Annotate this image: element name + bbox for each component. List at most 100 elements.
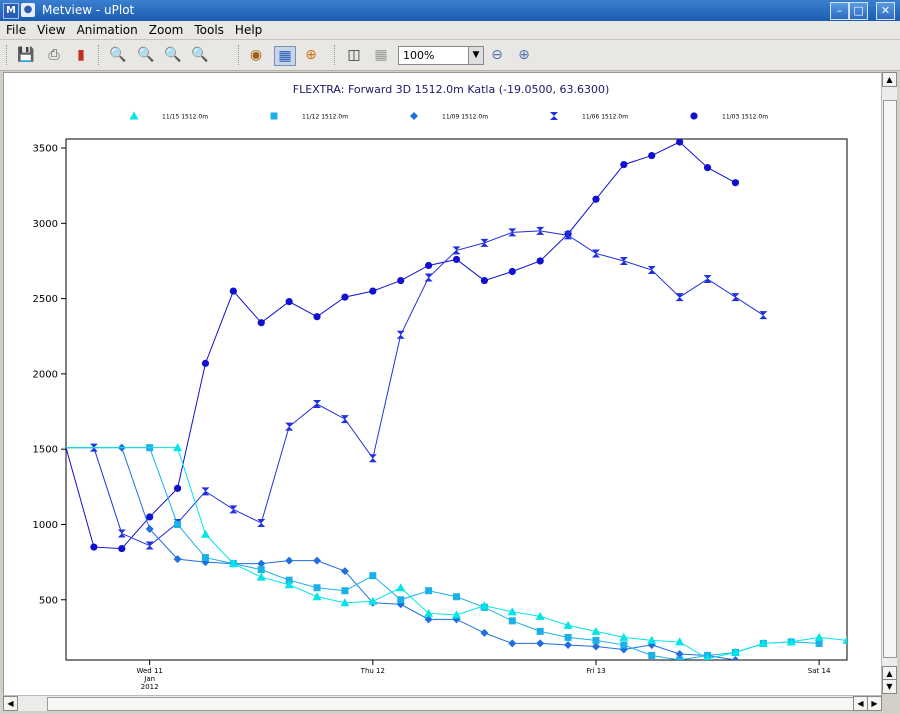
data-point xyxy=(285,298,293,306)
data-point xyxy=(508,639,517,648)
y-axis: 500 1000 1500 2000 2500 3000 3500 xyxy=(33,144,66,606)
zoom-forward-icon[interactable]: 🔍 xyxy=(163,46,183,64)
scroll-left-end-icon[interactable]: ◀ xyxy=(853,696,868,711)
series-layer xyxy=(66,139,847,660)
menu-bar: File View Animation Zoom Tools Help xyxy=(0,21,900,40)
scroll-left-icon[interactable]: ◀ xyxy=(3,696,18,711)
x-tick-label: Sat 14 xyxy=(808,667,831,675)
toolbar-separator xyxy=(238,45,242,65)
zoom-in-icon[interactable]: ⊕ xyxy=(514,46,534,64)
y-tick-label: 2500 xyxy=(33,294,58,305)
series-group xyxy=(66,443,740,660)
data-point xyxy=(536,257,544,265)
data-point xyxy=(619,256,628,265)
vertical-scrollbar[interactable]: ▲ ▲ ▼ xyxy=(881,72,897,694)
series-group xyxy=(66,443,847,660)
maximize-icon[interactable]: □ xyxy=(849,2,868,20)
data-point xyxy=(256,572,266,581)
export-icon[interactable]: ▮ xyxy=(71,46,91,64)
data-point xyxy=(536,627,544,635)
series-group xyxy=(66,444,823,660)
data-point xyxy=(368,596,378,605)
data-point xyxy=(564,633,572,641)
sidebar-toggle-icon[interactable]: ◫ xyxy=(344,46,364,64)
data-point xyxy=(731,179,740,187)
horizontal-scroll-thumb[interactable] xyxy=(47,697,861,711)
x-tick-label: Fri 13 xyxy=(586,667,605,675)
series-group xyxy=(66,139,740,553)
data-point xyxy=(397,276,405,285)
data-point xyxy=(396,330,405,339)
zoom-icon[interactable]: 🔍 xyxy=(108,46,128,64)
data-point xyxy=(313,556,322,565)
zoom-out-icon[interactable]: ⊖ xyxy=(487,46,507,64)
app-icon: M xyxy=(3,3,19,19)
legend: 11/15 1512.0m 11/12 1512.0m 11/09 1512.0m 1… xyxy=(129,111,768,121)
series-line xyxy=(66,230,764,547)
zoom-stack-icon[interactable]: 🔍 xyxy=(190,46,210,64)
data-point xyxy=(425,261,433,270)
scroll-down-icon[interactable]: ▼ xyxy=(882,679,897,694)
series-line xyxy=(66,447,820,660)
menu-view[interactable]: View xyxy=(31,21,70,37)
chevron-down-icon[interactable]: ▼ xyxy=(468,47,483,64)
data-point xyxy=(145,541,154,550)
scroll-right-icon[interactable]: ▶ xyxy=(867,696,882,711)
y-tick-label: 1000 xyxy=(33,520,58,531)
data-point xyxy=(703,164,712,172)
data-point xyxy=(703,275,712,284)
legend-marker xyxy=(410,112,418,120)
data-point xyxy=(675,293,684,302)
cursor-data-icon[interactable]: ▦ xyxy=(274,46,296,66)
data-point xyxy=(341,587,349,595)
save-icon[interactable]: 💾 xyxy=(16,46,36,64)
zoom-back-icon[interactable]: 🔍 xyxy=(136,46,156,64)
data-point xyxy=(313,400,322,409)
close-icon[interactable]: ✕ xyxy=(876,2,895,20)
legend-item: 11/15 1512.0m xyxy=(129,111,208,121)
crosshair-icon[interactable]: ⊕ xyxy=(301,46,321,64)
data-point xyxy=(592,195,600,203)
data-point xyxy=(201,554,209,562)
data-point xyxy=(200,529,210,538)
chart-title: FLEXTRA: Forward 3D 1512.0m Katla (-19.0… xyxy=(293,83,610,96)
plot-canvas[interactable]: FLEXTRA: Forward 3D 1512.0m Katla (-19.0… xyxy=(3,72,882,696)
data-point xyxy=(173,484,182,492)
menu-help[interactable]: Help xyxy=(229,21,267,37)
data-point xyxy=(620,641,628,649)
legend-item: 11/09 1512.0m xyxy=(410,112,488,121)
data-point xyxy=(369,572,377,580)
window-title: Metview - uPlot xyxy=(42,3,135,17)
zoom-select[interactable]: 100% ▼ xyxy=(398,46,484,65)
series-line xyxy=(66,141,736,550)
minimize-icon[interactable]: – xyxy=(830,2,849,20)
data-point xyxy=(508,617,516,625)
data-point xyxy=(424,273,433,282)
y-tick-label: 3500 xyxy=(33,144,58,155)
magnifier-icon[interactable]: ◉ xyxy=(246,46,266,64)
data-point xyxy=(229,505,238,514)
legend-marker xyxy=(690,112,698,120)
window-menu-icon[interactable]: ● xyxy=(21,3,35,17)
layout-icon[interactable]: ▦ xyxy=(371,46,391,64)
data-point xyxy=(648,651,656,659)
legend-item: 11/06 1512.0m xyxy=(550,112,628,121)
print-icon[interactable]: ⎙ xyxy=(44,46,64,64)
scroll-up-icon[interactable]: ▲ xyxy=(882,72,897,87)
legend-marker xyxy=(270,112,278,120)
data-point xyxy=(313,313,321,321)
menu-tools[interactable]: Tools xyxy=(188,21,229,37)
vertical-scroll-thumb[interactable] xyxy=(883,100,897,658)
legend-marker xyxy=(129,111,139,120)
horizontal-scrollbar[interactable]: ◀ ◀ ▶ xyxy=(3,695,882,711)
menu-zoom[interactable]: Zoom xyxy=(143,21,189,37)
menu-file[interactable]: File xyxy=(0,21,31,37)
menu-animation[interactable]: Animation xyxy=(71,21,143,37)
data-point xyxy=(117,529,126,538)
data-point xyxy=(731,656,740,660)
data-point xyxy=(564,640,573,649)
y-tick-label: 2000 xyxy=(33,369,58,380)
data-point xyxy=(118,544,126,553)
data-point xyxy=(676,139,684,146)
data-point xyxy=(508,267,516,276)
